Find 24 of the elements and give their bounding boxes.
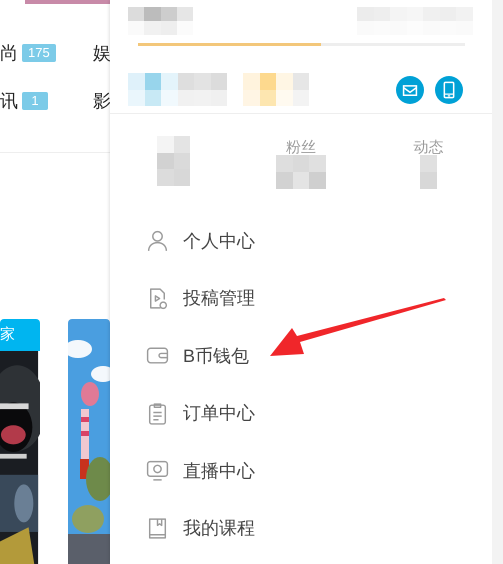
- menu-item[interactable]: 我的课程: [110, 500, 492, 557]
- menu-item[interactable]: 直播中心: [110, 442, 492, 500]
- blurred-text: [128, 7, 193, 35]
- monitor-icon: [145, 458, 170, 484]
- blurred-text: [157, 136, 190, 186]
- stat-label: 粉丝: [286, 138, 316, 158]
- category-link[interactable]: 讯: [0, 88, 18, 114]
- stat-label: 动态: [413, 138, 444, 158]
- phone-icon[interactable]: [435, 76, 463, 104]
- count-badge: 1: [22, 92, 48, 110]
- menu-item[interactable]: 订单中心: [110, 384, 492, 442]
- category-link[interactable]: 娱: [93, 40, 110, 66]
- card-title: 家: [0, 319, 40, 351]
- message-icon[interactable]: [396, 76, 424, 104]
- category-link[interactable]: 影: [93, 88, 110, 114]
- category-link[interactable]: 尚: [0, 40, 18, 66]
- menu-item[interactable]: 投稿管理: [110, 270, 492, 327]
- blurred-text: [420, 155, 437, 189]
- menu-item[interactable]: 个人中心: [110, 212, 492, 270]
- blurred-text: [243, 73, 309, 106]
- menu-item[interactable]: B币钱包: [110, 327, 492, 384]
- blurred-text: [276, 155, 326, 189]
- person-icon: [145, 228, 170, 254]
- count-badge: 175: [22, 44, 56, 62]
